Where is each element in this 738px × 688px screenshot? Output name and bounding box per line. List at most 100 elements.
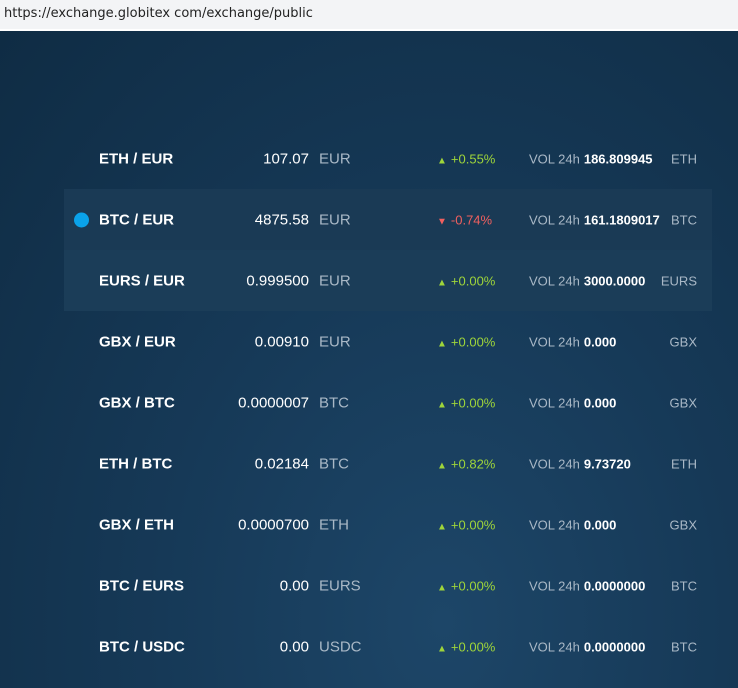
- last-price: 0.00: [279, 577, 309, 594]
- volume-24h: VOL 24h 0.0000000: [529, 639, 645, 654]
- triangle-up-icon: ▲: [437, 521, 447, 532]
- volume-24h: VOL 24h 3000.0000: [529, 273, 645, 288]
- volume-24h: VOL 24h 0.000: [529, 334, 616, 349]
- triangle-up-icon: ▲: [437, 582, 447, 593]
- price-currency: EUR: [319, 211, 351, 228]
- volume-value: 0.0000000: [583, 578, 646, 593]
- change-percent: ▲ +0.00%: [437, 273, 500, 288]
- market-row[interactable]: BTC / EUR 4875.58 EUR ▼ -0.74% VOL 24h 161…: [64, 189, 712, 250]
- volume-24h: VOL 24h 9.73720: [529, 456, 631, 471]
- market-row[interactable]: BTC / USDC 0.00 USDC ▲ +0.00% VOL 24h 0.00…: [64, 616, 712, 677]
- volume-label: VOL 24h: [529, 456, 580, 471]
- change-value: +0.55%: [450, 151, 496, 166]
- volume-unit: EURS: [660, 273, 697, 288]
- market-row[interactable]: GBX / ETH 0.0000700 ETH ▲ +0.00% VOL 24h 0…: [64, 494, 712, 555]
- volume-unit: ETH: [671, 151, 697, 166]
- volume-24h: VOL 24h 0.000: [529, 517, 616, 532]
- price-currency: BTC: [319, 455, 349, 472]
- pair-name: GBX / BTC: [99, 394, 175, 411]
- volume-label: VOL 24h: [529, 273, 580, 288]
- volume-value: 161.1809017: [583, 212, 660, 227]
- market-row[interactable]: ETH / EUR 107.07 EUR ▲ +0.55% VOL 24h 186.…: [64, 128, 712, 189]
- market-row[interactable]: EURS / EUR 0.999500 EUR ▲ +0.00% VOL 24h 3…: [64, 250, 712, 311]
- volume-24h: VOL 24h 0.0000000: [529, 578, 645, 593]
- volume-value: 186.809945: [583, 151, 653, 166]
- pair-name: BTC / EURS: [99, 577, 185, 594]
- change-percent: ▲ +0.00%: [437, 517, 500, 532]
- volume-label: VOL 24h: [529, 212, 580, 227]
- triangle-up-icon: ▲: [437, 399, 447, 410]
- last-price: 0.00910: [254, 333, 309, 350]
- price-currency: EUR: [319, 333, 351, 350]
- volume-label: VOL 24h: [529, 395, 580, 410]
- change-value: -0.74%: [450, 212, 493, 227]
- change-percent: ▲ +0.82%: [437, 456, 500, 471]
- market-row[interactable]: GBX / EUR 0.00910 EUR ▲ +0.00% VOL 24h 0.0…: [64, 311, 712, 372]
- change-value: +0.00%: [450, 578, 496, 593]
- pair-name: EURS / EUR: [99, 272, 185, 289]
- market-list: ETH / EUR 107.07 EUR ▲ +0.55% VOL 24h 186.…: [0, 31, 738, 688]
- change-percent: ▼ -0.74%: [437, 212, 500, 227]
- change-percent: ▲ +0.00%: [437, 395, 500, 410]
- volume-unit: ETH: [671, 456, 697, 471]
- price-currency: USDC: [319, 638, 362, 655]
- last-price: 0.02184: [254, 455, 309, 472]
- triangle-up-icon: ▲: [437, 338, 447, 349]
- volume-value: 0.000: [583, 395, 617, 410]
- address-bar[interactable]: https://exchange.globitex com/exchange/p…: [0, 0, 738, 31]
- change-value: +0.00%: [450, 334, 496, 349]
- triangle-down-icon: ▼: [437, 216, 447, 227]
- change-percent: ▲ +0.00%: [437, 639, 500, 654]
- volume-24h: VOL 24h 0.000: [529, 395, 616, 410]
- change-percent: ▲ +0.00%: [437, 578, 500, 593]
- volume-24h: VOL 24h 161.1809017: [529, 212, 660, 227]
- change-value: +0.00%: [450, 639, 496, 654]
- price-currency: ETH: [319, 516, 349, 533]
- change-value: +0.00%: [450, 273, 496, 288]
- triangle-up-icon: ▲: [437, 460, 447, 471]
- volume-label: VOL 24h: [529, 151, 580, 166]
- volume-unit: GBX: [669, 334, 697, 349]
- volume-label: VOL 24h: [529, 639, 580, 654]
- pair-name: GBX / EUR: [99, 333, 176, 350]
- volume-unit: BTC: [671, 639, 697, 654]
- last-price: 0.00: [279, 638, 309, 655]
- pair-name: GBX / ETH: [99, 516, 175, 533]
- triangle-up-icon: ▲: [437, 277, 447, 288]
- volume-value: 0.000: [583, 517, 617, 532]
- volume-unit: BTC: [671, 578, 697, 593]
- last-price: 0.0000700: [238, 516, 309, 533]
- url-text: https://exchange.globitex com/exchange/p…: [4, 6, 313, 21]
- price-currency: BTC: [319, 394, 349, 411]
- price-currency: EURS: [319, 577, 361, 594]
- volume-value: 3000.0000: [583, 273, 646, 288]
- volume-value: 0.0000000: [583, 639, 646, 654]
- last-price: 107.07: [263, 150, 309, 167]
- volume-unit: GBX: [669, 517, 697, 532]
- change-value: +0.00%: [450, 395, 496, 410]
- market-row[interactable]: ETH / BTC 0.02184 BTC ▲ +0.82% VOL 24h 9.7…: [64, 433, 712, 494]
- volume-label: VOL 24h: [529, 334, 580, 349]
- volume-value: 0.000: [583, 334, 617, 349]
- volume-unit: BTC: [671, 212, 697, 227]
- volume-label: VOL 24h: [529, 578, 580, 593]
- triangle-up-icon: ▲: [437, 643, 447, 654]
- volume-label: VOL 24h: [529, 517, 580, 532]
- pair-name: BTC / USDC: [99, 638, 185, 655]
- pair-name: ETH / EUR: [99, 150, 174, 167]
- change-percent: ▲ +0.55%: [437, 151, 500, 166]
- market-row[interactable]: GBX / BTC 0.0000007 BTC ▲ +0.00% VOL 24h 0…: [64, 372, 712, 433]
- last-price: 4875.58: [254, 211, 309, 228]
- volume-24h: VOL 24h 186.809945: [529, 151, 653, 166]
- volume-unit: GBX: [669, 395, 697, 410]
- price-currency: EUR: [319, 150, 351, 167]
- selected-indicator-icon: [74, 212, 89, 227]
- market-row[interactable]: BTC / EURS 0.00 EURS ▲ +0.00% VOL 24h 0.00…: [64, 555, 712, 616]
- last-price: 0.999500: [246, 272, 309, 289]
- change-percent: ▲ +0.00%: [437, 334, 500, 349]
- volume-value: 9.73720: [583, 456, 631, 471]
- triangle-up-icon: ▲: [437, 155, 447, 166]
- price-currency: EUR: [319, 272, 351, 289]
- change-value: +0.82%: [450, 456, 496, 471]
- last-price: 0.0000007: [238, 394, 309, 411]
